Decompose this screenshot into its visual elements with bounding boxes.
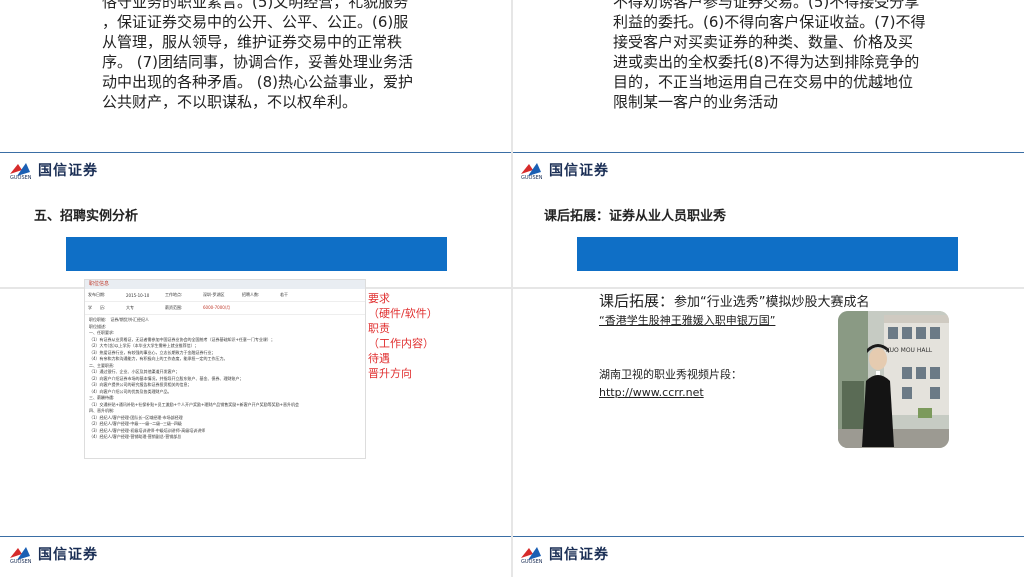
slide-2-paragraph: 不得劝诱客户参与证券交易。(5)不得接受分享 利益的委托。(6)不得向客户保证收… (613, 0, 943, 112)
company-logo: 国信证券 GUOSEN (519, 543, 609, 565)
footer-line (513, 152, 1024, 153)
job-panel-header: 职位信息 (85, 280, 365, 289)
text-line: 不得劝诱客户参与证券交易。(5)不得接受分享 (613, 0, 920, 11)
slide-3-title: 五、招聘实例分析 (34, 209, 139, 224)
annotation-line: 待遇 (368, 352, 390, 365)
footer-line (0, 536, 511, 537)
text-line: 接受客户对买卖证券的种类、数量、价格及买 (613, 33, 914, 51)
intro-prefix: 课后拓展： (599, 292, 675, 310)
job-cell: 大专 (126, 305, 134, 310)
intro-line: 课后拓展：参加“行业选秀”模拟炒股大赛成名 (599, 290, 870, 311)
text-line: 恪守业务的职业素言。(5)文明经营，礼貌服务 (102, 0, 409, 11)
job-cell: 工作地点: (165, 292, 183, 297)
company-logo: 国信证券 GUOSEN (8, 543, 98, 565)
job-line: （4）经纪人/客户经理-营销助理-营销副总-营销部总 (89, 434, 182, 439)
job-cell: 学 历: (88, 305, 106, 310)
footer-line (0, 152, 511, 153)
job-cell: 深圳-罗湖区 (203, 292, 225, 297)
text-line: 进或卖出的全权委托(8)不得为达到排除竞争的 (613, 53, 920, 71)
logo-sub: GUOSEN (521, 559, 543, 565)
logo-name: 国信证券 (38, 163, 98, 179)
text-line: 从管理，服从领导，维护证券交易中的正常秩 (102, 33, 403, 51)
job-row: 学 历: 大专 薪资范围: 6000-7000/月 (85, 302, 365, 315)
job-cell: 发布日期: (88, 292, 106, 297)
text-line: 动中出现的各种矛盾。 (8)热心公益事业，爱护 (102, 73, 414, 91)
intro-text: 参加“行业选秀”模拟炒股大赛成名 (674, 295, 870, 310)
job-row: 发布日期: 2015-10-10 工作地点: 深圳-罗湖区 招聘人数: 若干 (85, 289, 365, 302)
slide-4-blue-bar (577, 237, 958, 271)
slide-4-title: 课后拓展：证券从业人员职业秀 (544, 209, 727, 224)
video-label: 湖南卫视的职业秀视频片段： (599, 368, 742, 381)
text-line: 序。 (7)团结同事，协调合作，妥善处理业务活 (102, 53, 414, 71)
job-description: 职位职能: 证券/期货/外汇经纪人 职位描述: 一、任职要求: （1）有证券从业… (85, 315, 365, 443)
annotation-line: （硬件/软件） (368, 307, 438, 320)
slide-1-paragraph: 恪守业务的职业素言。(5)文明经营，礼貌服务 ，保证证券交易中的公开、公平、公正… (102, 0, 432, 112)
job-cell: 2015-10-10 (126, 292, 150, 298)
text-line: ，保证证券交易中的公开、公平、公正。(6)服 (102, 13, 409, 31)
text-line: 目的，不正当地运用自己在交易中的优越地位 (613, 73, 914, 91)
job-salary: 6000-7000/月 (203, 305, 231, 310)
job-cell: 若干 (280, 292, 288, 297)
text-line: 公共财产，不以职谋私，不以权牟利。 (102, 93, 358, 111)
logo-sub: GUOSEN (10, 559, 32, 565)
text-line: 限制某一客户的业务活动 (613, 93, 779, 111)
logo-name: 国信证券 (38, 547, 98, 563)
annotation-line: （工作内容） (368, 337, 434, 350)
logo-name: 国信证券 (549, 163, 609, 179)
text-line: 利益的委托。(6)不得向客户保证收益。(7)不得 (613, 13, 926, 31)
logo-name: 国信证券 (549, 547, 609, 563)
graduate-photo-image: KUO MOU HALL (838, 311, 949, 448)
company-logo: 国信证券 GUOSEN (8, 159, 98, 181)
job-annotations: 要求 （硬件/软件） 职责 （工作内容） 待遇 晋升方向 (368, 291, 438, 381)
job-cell: 薪资范围: (165, 305, 183, 310)
logo-sub: GUOSEN (521, 175, 543, 181)
building-sign: KUO MOU HALL (886, 347, 933, 354)
slide-3-blue-bar (66, 237, 447, 271)
footer-line (513, 536, 1024, 537)
news-link[interactable]: “香港学生股神王雅媛入职申银万国” (599, 312, 775, 328)
job-posting-panel: 职位信息 发布日期: 2015-10-10 工作地点: 深圳-罗湖区 招聘人数:… (84, 279, 366, 459)
graduate-photo: KUO MOU HALL (838, 311, 949, 448)
logo-sub: GUOSEN (10, 175, 32, 181)
annotation-line: 晋升方向 (368, 367, 412, 380)
annotation-line: 要求 (368, 292, 390, 305)
video-url[interactable]: http://www.ccrr.net (599, 386, 704, 399)
company-logo: 国信证券 GUOSEN (519, 159, 609, 181)
job-cell: 招聘人数: (242, 292, 260, 297)
annotation-line: 职责 (368, 322, 390, 335)
